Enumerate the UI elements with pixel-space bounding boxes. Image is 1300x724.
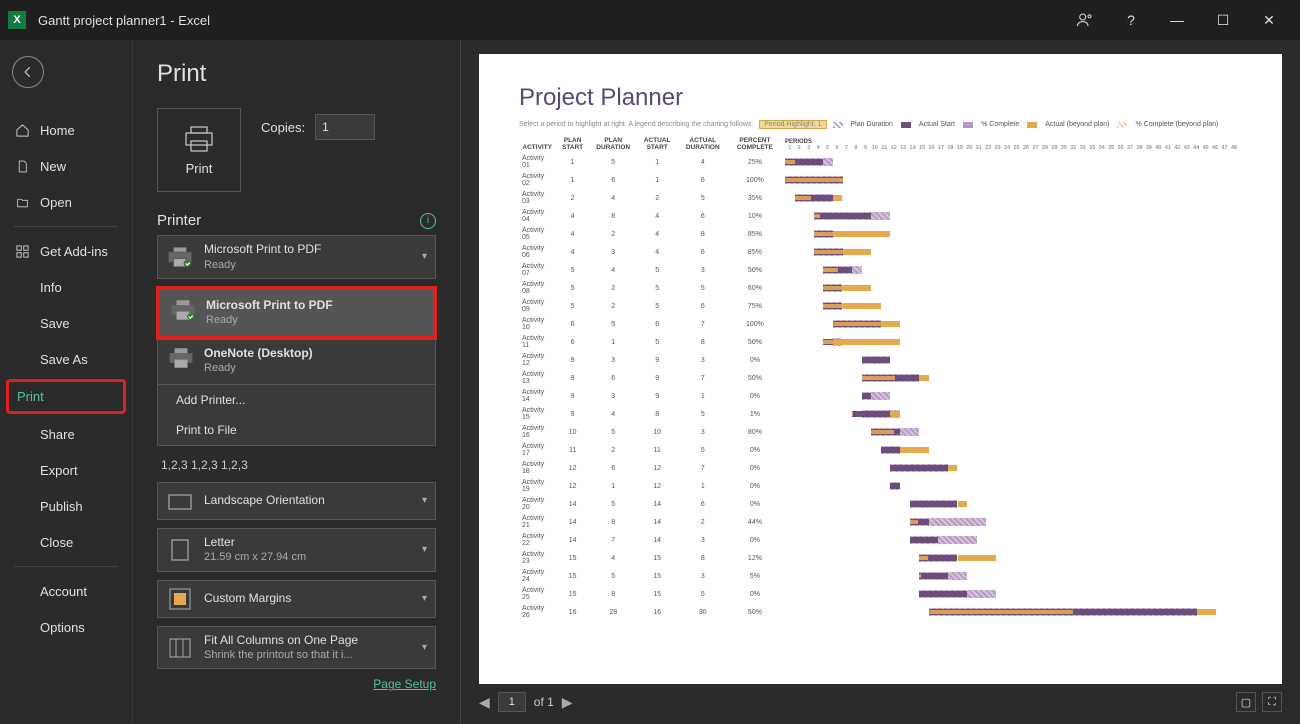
open-icon <box>14 194 30 210</box>
print-settings-panel: Print Print Copies: Printer i Microsoft … <box>133 40 461 724</box>
new-icon <box>14 158 30 174</box>
printer-icon <box>166 245 194 269</box>
prev-page-button[interactable]: ◀ <box>479 694 490 711</box>
page-total: of 1 <box>534 695 554 709</box>
nav-account[interactable]: Account <box>0 573 132 609</box>
help-icon[interactable]: ? <box>1108 0 1154 40</box>
maximize-button[interactable]: ☐ <box>1200 0 1246 40</box>
nav-addins[interactable]: Get Add-ins <box>0 233 132 269</box>
scaling-icon <box>166 636 194 660</box>
print-button[interactable]: Print <box>157 108 241 192</box>
printer-section-label: Printer i <box>157 212 436 229</box>
gantt-table: ACTIVITYPLAN STARTPLAN DURATIONACTUAL ST… <box>519 135 1242 621</box>
addins-icon <box>14 243 30 259</box>
excel-app-icon: X <box>8 11 26 29</box>
chevron-down-icon: ▾ <box>422 642 427 653</box>
copies-input[interactable] <box>315 114 375 140</box>
zoom-fit-button[interactable]: ⛶ <box>1262 692 1282 712</box>
printer-option-ms-pdf[interactable]: Microsoft Print to PDFReady <box>156 286 437 340</box>
copies-label: Copies: <box>261 120 305 135</box>
nav-export[interactable]: Export <box>0 452 132 488</box>
nav-open[interactable]: Open <box>0 184 132 220</box>
paper-dropdown[interactable]: Letter21.59 cm x 27.94 cm ▾ <box>157 528 436 572</box>
nav-save[interactable]: Save <box>0 305 132 341</box>
printer-option-onenote[interactable]: OneNote (Desktop)Ready <box>158 338 435 384</box>
nav-publish[interactable]: Publish <box>0 488 132 524</box>
orientation-dropdown[interactable]: Landscape Orientation ▾ <box>157 482 436 520</box>
printer-icon <box>183 125 215 153</box>
home-icon <box>14 122 30 138</box>
scaling-dropdown[interactable]: Fit All Columns on One PageShrink the pr… <box>157 626 436 670</box>
page-navigation: ◀ of 1 ▶ <box>479 692 573 712</box>
nav-new[interactable]: New <box>0 148 132 184</box>
minimize-button[interactable]: — <box>1154 0 1200 40</box>
chevron-down-icon: ▾ <box>422 593 427 604</box>
orientation-icon <box>166 489 194 513</box>
nav-print[interactable]: Print <box>6 379 126 414</box>
nav-options[interactable]: Options <box>0 609 132 645</box>
printer-menu: Microsoft Print to PDFReady OneNote (Des… <box>157 287 436 446</box>
backstage-sidebar: Home New Open Get Add-ins Info Save Save… <box>0 40 133 724</box>
next-page-button[interactable]: ▶ <box>562 694 573 711</box>
add-printer[interactable]: Add Printer... <box>158 385 435 415</box>
printer-info-icon[interactable]: i <box>420 213 436 229</box>
margins-dropdown[interactable]: Custom Margins ▾ <box>157 580 436 618</box>
print-to-file[interactable]: Print to File <box>158 415 435 445</box>
back-button[interactable] <box>12 56 44 88</box>
nav-info[interactable]: Info <box>0 269 132 305</box>
page-number-input[interactable] <box>498 692 526 712</box>
print-preview-area: Project Planner Select a period to highl… <box>461 40 1300 724</box>
chevron-down-icon: ▾ <box>422 495 427 506</box>
collated-preview: 1,2,3 1,2,3 1,2,3 <box>157 454 436 482</box>
printer-icon <box>170 300 196 325</box>
paper-icon <box>166 538 194 562</box>
close-button[interactable]: ✕ <box>1246 0 1292 40</box>
preview-doc-title: Project Planner <box>519 84 1242 112</box>
nav-saveas[interactable]: Save As <box>0 341 132 377</box>
nav-share[interactable]: Share <box>0 416 132 452</box>
titlebar: X Gantt project planner1 - Excel ? — ☐ ✕ <box>0 0 1300 40</box>
chevron-down-icon: ▾ <box>422 251 427 262</box>
preview-page: Project Planner Select a period to highl… <box>479 54 1282 684</box>
page-title: Print <box>157 60 436 88</box>
zoom-to-page-button[interactable]: ▢ <box>1236 692 1256 712</box>
nav-home[interactable]: Home <box>0 112 132 148</box>
window-title: Gantt project planner1 - Excel <box>38 13 210 28</box>
margins-icon <box>166 587 194 611</box>
user-account-icon[interactable] <box>1062 0 1108 40</box>
printer-dropdown[interactable]: Microsoft Print to PDFReady ▾ <box>157 235 436 279</box>
nav-close[interactable]: Close <box>0 524 132 560</box>
printer-icon <box>168 348 194 373</box>
chevron-down-icon: ▾ <box>422 544 427 555</box>
page-setup-link[interactable]: Page Setup <box>373 677 436 691</box>
